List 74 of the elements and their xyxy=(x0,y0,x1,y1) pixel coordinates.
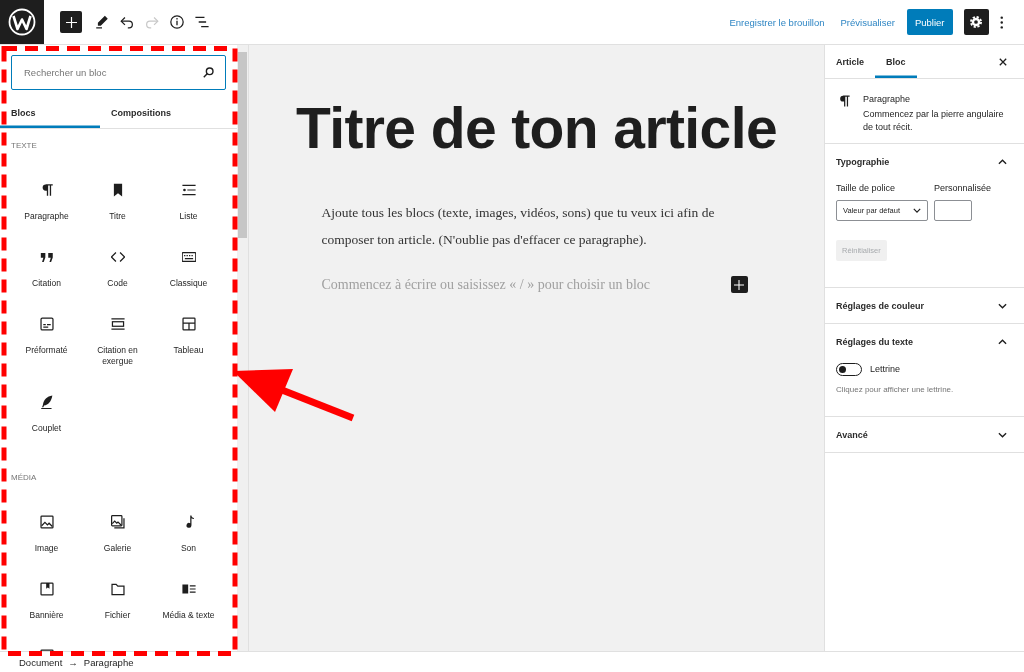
block-title: Paragraphe xyxy=(863,93,912,106)
breadcrumb-item[interactable]: Paragraphe xyxy=(83,656,134,668)
add-block-button[interactable] xyxy=(60,11,82,33)
block-description: Commencez par la pierre angulaire de tout récit. xyxy=(863,108,1005,134)
block-item[interactable]: Son xyxy=(153,498,224,565)
media-text-icon xyxy=(181,582,196,596)
settings-button[interactable] xyxy=(963,9,989,35)
block-item[interactable]: Citation xyxy=(11,233,82,300)
add-block-button[interactable] xyxy=(730,276,748,293)
header-link[interactable]: Enregistrer le brouillon xyxy=(729,16,825,28)
block-item[interactable]: Préformaté xyxy=(11,300,82,378)
block-item[interactable]: Galerie xyxy=(82,498,153,565)
post-title: Titre de ton article xyxy=(295,96,778,160)
block-item[interactable]: Fichier xyxy=(82,565,153,632)
chevron-down-icon xyxy=(913,208,921,213)
breadcrumb-item[interactable]: Document xyxy=(19,656,63,668)
pen-icon[interactable] xyxy=(94,15,109,29)
inserter-tab[interactable]: Compositions xyxy=(100,98,200,128)
block-item[interactable]: Tableau xyxy=(153,300,224,378)
scrollbar-thumb[interactable] xyxy=(238,52,247,238)
search-field[interactable]: Rechercher un bloc xyxy=(11,55,226,90)
pilcrow-icon xyxy=(840,95,850,107)
code-brackets-icon xyxy=(110,250,125,264)
help-text: Cliquez pour afficher une lettrine. xyxy=(836,384,955,396)
panel-toggle[interactable]: Réglages du texte xyxy=(825,324,1024,359)
scrollbar[interactable] xyxy=(237,45,248,651)
pullquote-icon xyxy=(110,317,125,331)
publish-button[interactable]: Publier xyxy=(906,9,953,35)
empty-block-field[interactable]: Commencez à écrire ou saisissez « / » pour choisir un bloc xyxy=(321,276,731,293)
category-heading: TEXTE xyxy=(11,140,38,152)
gallery-icon xyxy=(110,515,125,529)
block-item[interactable]: Titre xyxy=(82,166,153,233)
undo-icon[interactable] xyxy=(119,15,134,29)
block-item[interactable]: Bannière xyxy=(11,565,82,632)
table-icon xyxy=(181,317,196,331)
panel-toggle[interactable]: Avancé xyxy=(825,417,1024,452)
block-item[interactable]: Couplet xyxy=(11,378,82,445)
block-item[interactable]: Liste xyxy=(153,166,224,233)
text-box-icon xyxy=(39,317,54,331)
image-icon xyxy=(39,515,54,529)
sidebar-tab[interactable]: Article xyxy=(825,45,875,78)
block-item[interactable]: Média & texte xyxy=(153,565,224,632)
custom-size-field[interactable] xyxy=(934,200,972,221)
header-link[interactable]: Prévisualiser xyxy=(840,16,895,28)
feather-icon xyxy=(39,395,54,409)
search-icon xyxy=(203,67,214,78)
category-heading: MÉDIA xyxy=(11,472,38,484)
panel-toggle[interactable]: Typographie xyxy=(825,144,1024,179)
plus-icon xyxy=(734,279,744,290)
more-options-icon[interactable] xyxy=(999,15,1003,29)
inserter-tab[interactable]: Blocs xyxy=(0,98,100,128)
quote-icon xyxy=(39,250,54,264)
block-item[interactable]: Classique xyxy=(153,233,224,300)
toggle-label: Lettrine xyxy=(870,364,901,374)
block-item[interactable]: Paragraphe xyxy=(11,166,82,233)
settings-icon xyxy=(970,16,982,28)
block-item[interactable]: Image xyxy=(11,498,82,565)
paragraph-text: Ajoute tous les blocs (texte, images, vidéos, sons) que tu veux ici afin de composer ton article. (N'oublie pas d'effacer ce paragraphe). xyxy=(321,204,716,249)
framed-bookmark-icon xyxy=(39,582,54,596)
sidebar-tab[interactable]: Bloc xyxy=(875,45,917,78)
field-label: Personnalisée xyxy=(934,182,992,194)
folder-icon xyxy=(110,582,125,596)
info-icon[interactable] xyxy=(169,15,184,29)
block-item[interactable]: Citation en exergue xyxy=(82,300,153,378)
plus-icon xyxy=(65,16,77,28)
block-item[interactable]: Code xyxy=(82,233,153,300)
list-icon xyxy=(181,183,196,197)
logo-icon[interactable] xyxy=(0,0,44,44)
toggle-switch[interactable] xyxy=(836,362,862,376)
breadcrumb-separator: → xyxy=(68,656,78,668)
indented-lines-icon[interactable] xyxy=(194,15,209,29)
keyboard-icon xyxy=(181,250,196,264)
field-label: Taille de police xyxy=(836,182,897,194)
close-icon[interactable] xyxy=(999,57,1007,66)
